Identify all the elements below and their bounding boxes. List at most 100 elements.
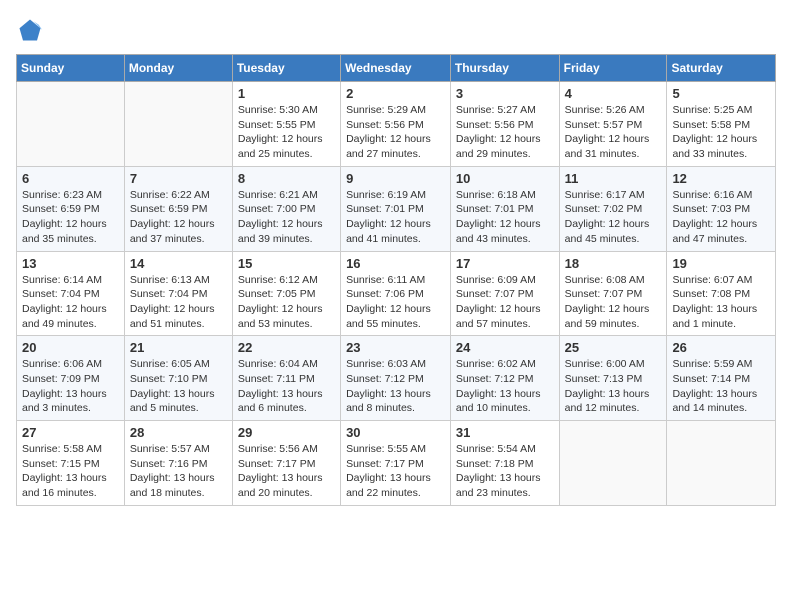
day-info: Sunrise: 6:14 AMSunset: 7:04 PMDaylight:…	[22, 273, 119, 332]
calendar-cell: 25 Sunrise: 6:00 AMSunset: 7:13 PMDayligh…	[559, 336, 667, 421]
day-info: Sunrise: 5:29 AMSunset: 5:56 PMDaylight:…	[346, 103, 445, 162]
calendar-cell: 15Sunrise: 6:12 AMSunset: 7:05 PMDayligh…	[232, 251, 340, 336]
day-info: Sunrise: 6:18 AMSunset: 7:01 PMDaylight:…	[456, 188, 554, 247]
calendar-week-row: 6 Sunrise: 6:23 AMSunset: 6:59 PMDaylight…	[17, 166, 776, 251]
day-number: 18	[565, 256, 662, 271]
calendar-cell: 19 Sunrise: 6:07 AMSunset: 7:08 PMDayligh…	[667, 251, 776, 336]
calendar-cell: 5Sunrise: 5:25 AMSunset: 5:58 PMDaylight…	[667, 82, 776, 167]
calendar-cell: 17 Sunrise: 6:09 AMSunset: 7:07 PMDayligh…	[450, 251, 559, 336]
calendar-cell: 1 Sunrise: 5:30 AMSunset: 5:55 PMDaylight…	[232, 82, 340, 167]
calendar-cell	[17, 82, 125, 167]
day-info: Sunrise: 5:57 AMSunset: 7:16 PMDaylight:…	[130, 442, 227, 501]
calendar-cell: 20 Sunrise: 6:06 AMSunset: 7:09 PMDayligh…	[17, 336, 125, 421]
calendar-cell: 28Sunrise: 5:57 AMSunset: 7:16 PMDayligh…	[124, 421, 232, 506]
calendar-week-row: 27Sunrise: 5:58 AMSunset: 7:15 PMDayligh…	[17, 421, 776, 506]
day-number: 29	[238, 425, 335, 440]
day-info: Sunrise: 5:30 AMSunset: 5:55 PMDaylight:…	[238, 103, 335, 162]
day-info: Sunrise: 6:02 AMSunset: 7:12 PMDaylight:…	[456, 357, 554, 416]
day-info: Sunrise: 6:05 AMSunset: 7:10 PMDaylight:…	[130, 357, 227, 416]
calendar-cell	[124, 82, 232, 167]
day-number: 31	[456, 425, 554, 440]
day-info: Sunrise: 6:07 AMSunset: 7:08 PMDaylight:…	[672, 273, 770, 332]
calendar-cell: 21 Sunrise: 6:05 AMSunset: 7:10 PMDayligh…	[124, 336, 232, 421]
day-info: Sunrise: 6:19 AMSunset: 7:01 PMDaylight:…	[346, 188, 445, 247]
calendar-cell: 11 Sunrise: 6:17 AMSunset: 7:02 PMDayligh…	[559, 166, 667, 251]
day-number: 24	[456, 340, 554, 355]
day-number: 19	[672, 256, 770, 271]
day-info: Sunrise: 5:58 AMSunset: 7:15 PMDaylight:…	[22, 442, 119, 501]
day-info: Sunrise: 5:59 AMSunset: 7:14 PMDaylight:…	[672, 357, 770, 416]
day-number: 6	[22, 171, 119, 186]
day-info: Sunrise: 5:27 AMSunset: 5:56 PMDaylight:…	[456, 103, 554, 162]
calendar-cell: 22 Sunrise: 6:04 AMSunset: 7:11 PMDayligh…	[232, 336, 340, 421]
calendar-cell: 9 Sunrise: 6:19 AMSunset: 7:01 PMDaylight…	[341, 166, 451, 251]
calendar-cell: 8Sunrise: 6:21 AMSunset: 7:00 PMDaylight…	[232, 166, 340, 251]
calendar-cell: 31 Sunrise: 5:54 AMSunset: 7:18 PMDayligh…	[450, 421, 559, 506]
calendar-cell: 4 Sunrise: 5:26 AMSunset: 5:57 PMDaylight…	[559, 82, 667, 167]
day-number: 3	[456, 86, 554, 101]
day-number: 17	[456, 256, 554, 271]
day-info: Sunrise: 6:08 AMSunset: 7:07 PMDaylight:…	[565, 273, 662, 332]
day-number: 1	[238, 86, 335, 101]
day-info: Sunrise: 5:26 AMSunset: 5:57 PMDaylight:…	[565, 103, 662, 162]
calendar-week-row: 13 Sunrise: 6:14 AMSunset: 7:04 PMDayligh…	[17, 251, 776, 336]
day-info: Sunrise: 6:04 AMSunset: 7:11 PMDaylight:…	[238, 357, 335, 416]
calendar-cell: 12 Sunrise: 6:16 AMSunset: 7:03 PMDayligh…	[667, 166, 776, 251]
calendar-cell	[667, 421, 776, 506]
calendar-cell: 18 Sunrise: 6:08 AMSunset: 7:07 PMDayligh…	[559, 251, 667, 336]
calendar-cell: 14 Sunrise: 6:13 AMSunset: 7:04 PMDayligh…	[124, 251, 232, 336]
day-info: Sunrise: 6:16 AMSunset: 7:03 PMDaylight:…	[672, 188, 770, 247]
day-number: 21	[130, 340, 227, 355]
day-info: Sunrise: 6:03 AMSunset: 7:12 PMDaylight:…	[346, 357, 445, 416]
day-number: 22	[238, 340, 335, 355]
calendar-week-row: 20 Sunrise: 6:06 AMSunset: 7:09 PMDayligh…	[17, 336, 776, 421]
day-number: 16	[346, 256, 445, 271]
calendar-cell: 3 Sunrise: 5:27 AMSunset: 5:56 PMDaylight…	[450, 82, 559, 167]
day-number: 11	[565, 171, 662, 186]
day-number: 9	[346, 171, 445, 186]
day-number: 23	[346, 340, 445, 355]
calendar-cell: 30 Sunrise: 5:55 AMSunset: 7:17 PMDayligh…	[341, 421, 451, 506]
day-info: Sunrise: 5:55 AMSunset: 7:17 PMDaylight:…	[346, 442, 445, 501]
col-header-friday: Friday	[559, 55, 667, 82]
day-number: 4	[565, 86, 662, 101]
logo	[16, 16, 48, 44]
day-info: Sunrise: 6:06 AMSunset: 7:09 PMDaylight:…	[22, 357, 119, 416]
calendar-cell: 6 Sunrise: 6:23 AMSunset: 6:59 PMDaylight…	[17, 166, 125, 251]
calendar-cell: 23 Sunrise: 6:03 AMSunset: 7:12 PMDayligh…	[341, 336, 451, 421]
calendar-table: SundayMondayTuesdayWednesdayThursdayFrid…	[16, 54, 776, 506]
day-info: Sunrise: 6:12 AMSunset: 7:05 PMDaylight:…	[238, 273, 335, 332]
day-number: 2	[346, 86, 445, 101]
col-header-sunday: Sunday	[17, 55, 125, 82]
calendar-cell: 29 Sunrise: 5:56 AMSunset: 7:17 PMDayligh…	[232, 421, 340, 506]
day-info: Sunrise: 6:17 AMSunset: 7:02 PMDaylight:…	[565, 188, 662, 247]
col-header-tuesday: Tuesday	[232, 55, 340, 82]
day-info: Sunrise: 5:54 AMSunset: 7:18 PMDaylight:…	[456, 442, 554, 501]
col-header-saturday: Saturday	[667, 55, 776, 82]
calendar-cell	[559, 421, 667, 506]
page-header	[16, 16, 776, 44]
calendar-cell: 16Sunrise: 6:11 AMSunset: 7:06 PMDayligh…	[341, 251, 451, 336]
day-info: Sunrise: 6:23 AMSunset: 6:59 PMDaylight:…	[22, 188, 119, 247]
calendar-header-row: SundayMondayTuesdayWednesdayThursdayFrid…	[17, 55, 776, 82]
day-info: Sunrise: 6:22 AMSunset: 6:59 PMDaylight:…	[130, 188, 227, 247]
day-info: Sunrise: 6:13 AMSunset: 7:04 PMDaylight:…	[130, 273, 227, 332]
day-number: 8	[238, 171, 335, 186]
calendar-cell: 10Sunrise: 6:18 AMSunset: 7:01 PMDayligh…	[450, 166, 559, 251]
day-number: 14	[130, 256, 227, 271]
day-number: 12	[672, 171, 770, 186]
day-number: 13	[22, 256, 119, 271]
day-info: Sunrise: 6:00 AMSunset: 7:13 PMDaylight:…	[565, 357, 662, 416]
day-info: Sunrise: 6:09 AMSunset: 7:07 PMDaylight:…	[456, 273, 554, 332]
col-header-wednesday: Wednesday	[341, 55, 451, 82]
day-number: 30	[346, 425, 445, 440]
day-number: 5	[672, 86, 770, 101]
day-number: 7	[130, 171, 227, 186]
day-number: 20	[22, 340, 119, 355]
calendar-cell: 26Sunrise: 5:59 AMSunset: 7:14 PMDayligh…	[667, 336, 776, 421]
calendar-cell: 13 Sunrise: 6:14 AMSunset: 7:04 PMDayligh…	[17, 251, 125, 336]
day-number: 25	[565, 340, 662, 355]
calendar-week-row: 1 Sunrise: 5:30 AMSunset: 5:55 PMDaylight…	[17, 82, 776, 167]
calendar-cell: 24 Sunrise: 6:02 AMSunset: 7:12 PMDayligh…	[450, 336, 559, 421]
day-info: Sunrise: 5:56 AMSunset: 7:17 PMDaylight:…	[238, 442, 335, 501]
